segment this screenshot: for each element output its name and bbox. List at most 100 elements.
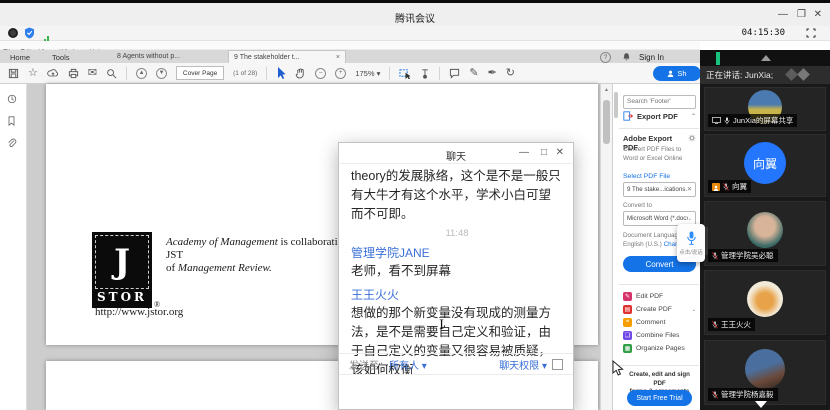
chat-close-icon[interactable]: ✕ bbox=[556, 147, 564, 158]
share-button[interactable]: Sh bbox=[653, 66, 701, 81]
page-down-icon[interactable]: ▼ bbox=[156, 68, 167, 79]
send-to-selector[interactable]: 所有人 ▾ bbox=[389, 357, 427, 372]
participant-tile-yang[interactable]: 管理学院杨嘉毅 bbox=[704, 340, 826, 405]
jstor-logo: J STOR bbox=[92, 232, 152, 308]
selected-file-dropdown[interactable]: 9 The stake...ications.pdf ✕ bbox=[623, 182, 696, 197]
selection-tool-icon[interactable] bbox=[399, 68, 411, 79]
pencil-icon[interactable]: ✎ bbox=[469, 68, 478, 79]
scrollbar-thumb[interactable] bbox=[603, 100, 610, 144]
page-up-icon[interactable]: ▲ bbox=[136, 68, 147, 79]
tab-tools[interactable]: Tools bbox=[52, 53, 70, 62]
star-icon[interactable]: ☆ bbox=[28, 68, 38, 79]
tool-comment[interactable]: ❝Comment bbox=[623, 316, 696, 329]
tool-organize-pages[interactable]: ▦Organize Pages bbox=[623, 342, 696, 355]
zoom-out-icon[interactable]: – bbox=[315, 68, 326, 79]
help-icon[interactable]: ? bbox=[600, 52, 611, 63]
comment-tool-icon: ❝ bbox=[623, 318, 632, 327]
chat-input-area[interactable] bbox=[339, 375, 573, 409]
maximize-icon[interactable]: ❐ bbox=[797, 9, 806, 20]
participant-tile-wu[interactable]: 管理学院吴必聪 bbox=[704, 201, 826, 266]
search-icon[interactable] bbox=[106, 68, 117, 79]
participant-tile-wang[interactable]: 王王火火 bbox=[704, 270, 826, 335]
window-titlebar: 腾讯会议 — ❐ ✕ bbox=[0, 0, 830, 26]
chat-permission-selector[interactable]: 聊天权限 ▾ bbox=[499, 357, 547, 372]
page-thumbnails-icon[interactable] bbox=[7, 94, 17, 104]
participant-tile-junxia[interactable]: JunXia的屏幕共享 bbox=[704, 87, 826, 131]
meeting-logo-icon bbox=[785, 68, 798, 81]
close-icon[interactable]: ✕ bbox=[814, 9, 822, 20]
page-name-field[interactable]: Cover Page bbox=[176, 66, 224, 80]
jstor-url[interactable]: http://www.jstor.org bbox=[95, 306, 183, 318]
mic-icon bbox=[724, 117, 730, 125]
chat-title: 聊天 bbox=[339, 148, 573, 163]
scroll-down-icon[interactable] bbox=[755, 401, 767, 408]
doc-tab-stakeholder[interactable]: 9 The stakeholder t... × bbox=[228, 50, 346, 63]
send-to-label: 发送至： bbox=[349, 357, 389, 372]
hand-tool-icon[interactable] bbox=[295, 68, 306, 79]
avatar: 向翼 bbox=[744, 142, 786, 184]
tool-edit-pdf[interactable]: ✎Edit PDF bbox=[623, 290, 696, 303]
dropdown-chevron-icon: ⌄ bbox=[688, 216, 692, 222]
mic-muted-icon bbox=[712, 252, 718, 260]
mic-icon bbox=[686, 231, 697, 246]
shield-icon[interactable] bbox=[24, 27, 35, 39]
save-icon[interactable] bbox=[8, 68, 19, 79]
cloud-upload-icon[interactable] bbox=[47, 68, 59, 78]
sign-in-link[interactable]: Sign In bbox=[639, 53, 664, 62]
screen: 腾讯会议 — ❐ ✕ 04:15:30 FileEditViewWindowHe… bbox=[0, 0, 830, 410]
push-to-talk-label: 点击/说话 bbox=[679, 248, 703, 256]
mail-icon[interactable]: ✉ bbox=[88, 68, 97, 79]
mic-muted-icon bbox=[723, 183, 729, 191]
acrobat-tab-bar: Home Tools 8 Agents without p... 9 The s… bbox=[0, 50, 700, 63]
edit-pdf-icon: ✎ bbox=[623, 292, 632, 301]
attachment-icon[interactable] bbox=[7, 138, 17, 148]
refresh-icon[interactable]: ↻ bbox=[506, 68, 515, 79]
avatar bbox=[747, 281, 783, 317]
page-count: (1 of 28) bbox=[233, 70, 257, 77]
bookmark-icon[interactable] bbox=[7, 116, 16, 126]
doc-tab-agents[interactable]: 8 Agents without p... bbox=[112, 50, 214, 63]
tools-search-input[interactable] bbox=[623, 95, 696, 109]
tab-close-icon[interactable]: × bbox=[336, 54, 340, 61]
export-pdf-header[interactable]: Export PDF ⌃ bbox=[623, 111, 696, 121]
scroll-up-icon[interactable]: ▲ bbox=[604, 87, 609, 93]
clear-file-icon[interactable]: ✕ bbox=[687, 186, 692, 193]
participant-label: 管理学院吴必聪 bbox=[708, 249, 778, 262]
select-cursor-icon[interactable] bbox=[276, 67, 286, 79]
start-free-trial-button[interactable]: Start Free Trial bbox=[627, 390, 692, 406]
chat-timestamp: 11:48 bbox=[351, 228, 563, 239]
panel-scrollbar-thumb[interactable] bbox=[614, 92, 618, 118]
chat-sender-name[interactable]: 管理学院JANE bbox=[351, 244, 563, 261]
chat-minimize-icon[interactable]: — bbox=[519, 147, 529, 158]
zoom-in-icon[interactable]: + bbox=[335, 68, 346, 79]
tool-create-pdf[interactable]: ▤Create PDF⌄ bbox=[623, 303, 696, 316]
avatar bbox=[745, 349, 785, 389]
organize-pages-icon: ▦ bbox=[623, 344, 632, 353]
print-icon[interactable] bbox=[68, 68, 79, 79]
push-to-talk-popup[interactable]: 点击/说话 bbox=[677, 224, 705, 262]
chat-titlebar[interactable]: 聊天 — □ ✕ bbox=[339, 143, 573, 164]
comment-icon[interactable] bbox=[449, 68, 460, 79]
meeting-sidebar: 正在讲话: JunXia; JunXia的屏幕共享 向翼 向翼 bbox=[700, 50, 830, 410]
fullscreen-icon[interactable] bbox=[806, 28, 816, 38]
pdf-scrollbar[interactable]: ▲ bbox=[600, 84, 612, 410]
participant-label: 管理学院杨嘉毅 bbox=[708, 388, 778, 401]
record-icon[interactable] bbox=[8, 28, 18, 38]
mouse-cursor bbox=[612, 360, 624, 377]
collapse-up-icon bbox=[761, 55, 771, 61]
presenter-tool-icon[interactable] bbox=[420, 68, 430, 79]
fill-sign-icon[interactable]: ✒ bbox=[488, 68, 497, 79]
meeting-timer: 04:15:30 bbox=[742, 28, 785, 38]
chat-maximize-icon[interactable]: □ bbox=[541, 147, 547, 158]
participant-tile-xiangyi[interactable]: 向翼 向翼 bbox=[704, 134, 826, 197]
minimize-icon[interactable]: — bbox=[778, 9, 788, 20]
popout-icon[interactable] bbox=[552, 359, 563, 370]
zoom-level[interactable]: 175% ▾ bbox=[355, 69, 380, 78]
tab-home[interactable]: Home bbox=[10, 53, 30, 62]
tool-combine-files[interactable]: ❏Combine Files bbox=[623, 329, 696, 342]
chat-sender-name[interactable]: 王王火火 bbox=[351, 286, 563, 303]
bell-icon[interactable] bbox=[622, 52, 631, 62]
chat-footer: 发送至： 所有人 ▾ 聊天权限 ▾ bbox=[339, 353, 573, 375]
mic-muted-icon bbox=[712, 321, 718, 329]
chat-message: 老师，看不到屏幕 bbox=[351, 262, 563, 281]
